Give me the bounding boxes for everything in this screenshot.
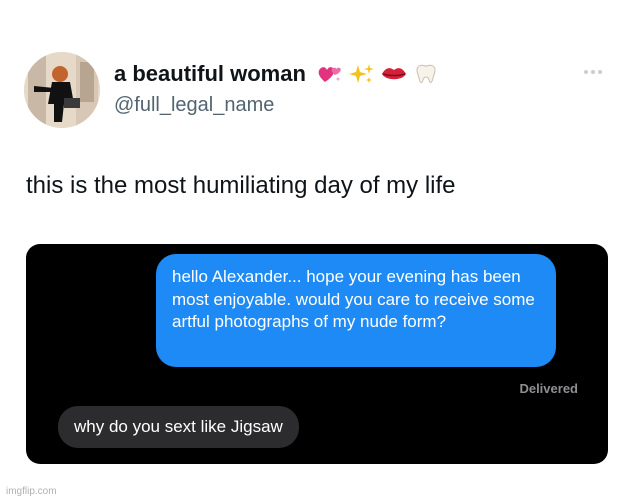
avatar[interactable]: [24, 52, 100, 128]
hearts-icon: [318, 67, 341, 82]
lips-icon: [381, 68, 406, 80]
more-dot: [598, 70, 602, 74]
user-handle[interactable]: @full_legal_name: [114, 94, 274, 117]
display-name[interactable]: a beautiful woman: [114, 61, 306, 87]
incoming-message-bubble: why do you sext like Jigsaw: [58, 406, 299, 448]
delivered-status: Delivered: [519, 381, 578, 396]
more-dot: [584, 70, 588, 74]
sparkles-icon: [348, 64, 374, 83]
tooth-icon: [416, 64, 436, 83]
outgoing-message-bubble: hello Alexander... hope your evening has…: [156, 254, 556, 367]
name-emojis: [316, 62, 440, 86]
tweet-card: a beautiful woman @full_legal_name this …: [0, 0, 622, 500]
embedded-message-screenshot[interactable]: hello Alexander... hope your evening has…: [26, 244, 608, 464]
tweet-header: a beautiful woman @full_legal_name: [24, 52, 604, 132]
more-dot: [591, 70, 595, 74]
tweet-text: this is the most humiliating day of my l…: [26, 172, 456, 199]
more-options-button[interactable]: [584, 70, 602, 74]
name-line: a beautiful woman: [114, 61, 440, 87]
avatar-image: [24, 52, 100, 128]
watermark: imgflip.com: [6, 486, 57, 497]
